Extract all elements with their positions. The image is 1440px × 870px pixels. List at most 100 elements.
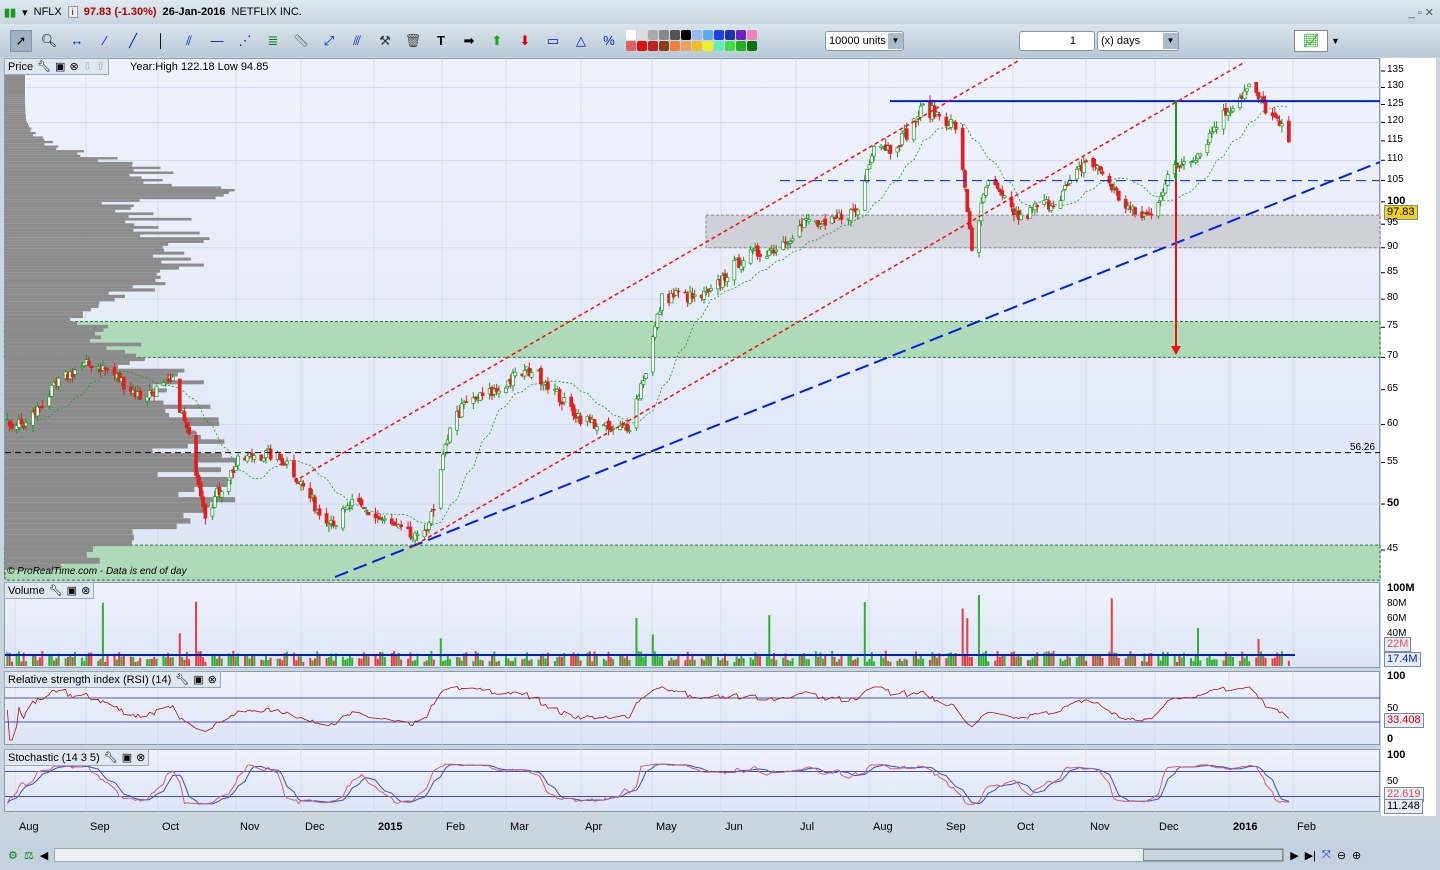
volume-bar [852,660,855,666]
close-icon[interactable]: ⊗ [208,673,217,686]
bottom-bar: ⚙ ⚖ ◀ ▶ ▶| ⤧ ⊖ ⊕ [0,840,1440,870]
candle [480,392,485,396]
volume-profile-bar [5,226,159,229]
volume-bar [1241,651,1244,666]
volume-bar [782,657,785,666]
candle [562,397,567,403]
y-tick-label: 75 [1387,320,1399,332]
volume-profile-bar [5,400,164,405]
volume-bar [635,617,638,666]
volume-profile-bar [5,353,136,358]
volume-bar [1157,655,1160,666]
zoom-in-icon[interactable]: ⊕ [1352,849,1361,862]
volume-bar [216,658,219,666]
candle [1179,164,1184,166]
volume-bar [1238,660,1241,666]
wrench-icon[interactable]: 🔧︎ [104,751,118,764]
stoch-tick: 100 [1387,749,1406,761]
volume-profile-bar [5,110,26,113]
volume-profile-bar [5,209,116,213]
volume-bar [835,661,838,666]
volume-profile-bar [5,307,91,312]
x-tick-label: Mar [510,821,529,833]
volume-profile-bar [5,434,201,440]
volume-bar [64,658,67,666]
candle [194,434,198,476]
volume-bar [1127,655,1130,666]
scroll-left-icon[interactable]: ◀ [40,849,48,862]
candle [1242,90,1247,100]
zoom-out-icon[interactable]: ⊖ [1337,849,1346,862]
window-icon[interactable]: ▣ [193,673,203,686]
chart-settings-icon[interactable]: ⚙ [8,849,18,862]
candle [182,411,187,422]
volume-bar [961,608,964,666]
volume-bar [332,660,335,666]
candle [1275,116,1280,119]
candle [1060,190,1065,201]
window-icon[interactable]: ▣ [122,751,132,764]
close-icon[interactable]: ⊗ [69,60,78,73]
close-icon[interactable]: ⊗ [136,751,145,764]
volume-profile-bar [5,140,53,144]
candle [187,426,191,435]
volume-bar [1061,661,1064,666]
horizontal-scrollbar[interactable] [54,848,1285,862]
candle [362,507,366,509]
end-icon[interactable]: ▶| [1305,849,1316,862]
volume-profile-bar [5,118,27,121]
volume-profile-bar [5,171,174,174]
candle [89,365,94,369]
volume-profile-bar [5,518,191,524]
candle [49,384,54,397]
chart-canvas[interactable] [0,0,1440,840]
move-up-icon[interactable]: ⇧ [96,60,105,73]
volume-bar [1099,654,1102,666]
candle [40,406,45,408]
candle [264,450,268,458]
volume-profile-bar [5,85,26,88]
candle [149,392,154,394]
volume-bar [195,601,198,666]
volume-bar [1075,657,1078,666]
volume-bar [651,634,654,666]
volume-profile-bar [5,91,26,94]
wrench-icon[interactable]: 🔧︎ [175,673,189,686]
volume-profile-bar [5,251,185,255]
volume-bar [48,655,51,666]
volume-bar [1264,657,1267,666]
y-tick-label: 65 [1387,382,1399,394]
y-tick-label: 45 [1387,542,1399,554]
rsi-tick: 0 [1387,733,1394,745]
volume-bar [260,659,263,666]
scrollbar-thumb[interactable] [1143,849,1284,861]
volume-bar [474,651,477,666]
candle [655,313,660,328]
volume-bar [220,658,223,666]
candle [539,367,543,385]
volume-profile-bar [5,147,57,151]
auto-zoom-icon[interactable]: ⤧ [1322,849,1331,862]
candle [1193,160,1198,163]
volume-bar [742,658,745,666]
window-icon[interactable]: ▣ [55,60,65,73]
volume-bar [183,659,186,666]
volume-bar [707,654,710,666]
wrench-icon[interactable]: 🔧︎ [49,584,63,597]
candle [408,526,413,538]
volume-bar [1271,658,1274,666]
volume-bar [514,657,517,666]
indicator-icon[interactable]: ⚖ [24,849,34,862]
move-down-icon[interactable]: ⇩ [83,60,92,73]
scroll-right-icon[interactable]: ▶ [1290,849,1298,862]
candle [732,259,737,281]
volume-bar [218,654,221,666]
close-icon[interactable]: ⊗ [81,584,90,597]
volume-profile-bar [5,161,133,165]
volume-profile-bar [5,89,26,92]
window-icon[interactable]: ▣ [67,584,77,597]
volume-profile-bar [5,164,133,167]
wrench-icon[interactable]: 🔧︎ [37,60,51,73]
volume-profile-bar [5,324,108,329]
volume-bar [129,656,132,666]
